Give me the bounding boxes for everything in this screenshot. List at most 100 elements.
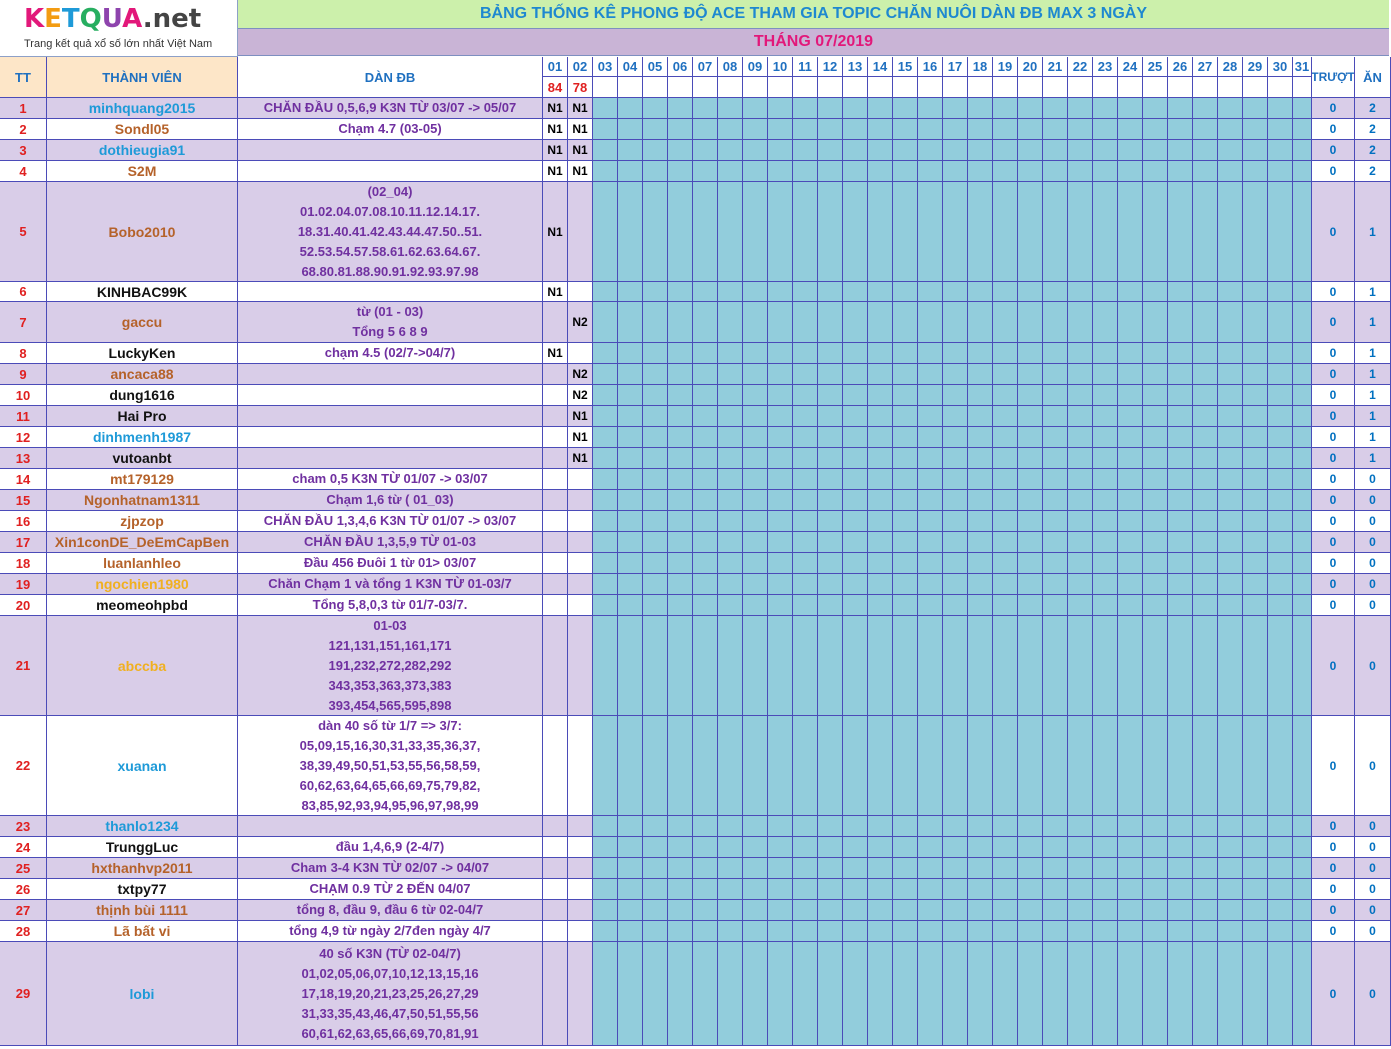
result-cell — [993, 448, 1018, 469]
result-cell: N1 — [543, 140, 568, 161]
result-cell — [618, 900, 643, 921]
result-cell — [1118, 921, 1143, 942]
result-cell — [1218, 469, 1243, 490]
day-header-31: 31 — [1293, 57, 1312, 77]
result-cell — [918, 490, 943, 511]
result-cell — [1218, 900, 1243, 921]
result-cell — [1018, 716, 1043, 816]
result-cell — [618, 879, 643, 900]
result-cell — [1168, 343, 1193, 364]
result-cell — [1193, 385, 1218, 406]
result-cell — [843, 553, 868, 574]
result-cell — [1043, 427, 1068, 448]
day-header-25: 25 — [1143, 57, 1168, 77]
result-cell — [918, 119, 943, 140]
result-cell — [568, 900, 593, 921]
result-cell — [818, 98, 843, 119]
result-cell — [668, 469, 693, 490]
result-cell — [993, 140, 1018, 161]
result-cell — [1068, 595, 1093, 616]
result-cell — [618, 448, 643, 469]
an-count: 0 — [1355, 616, 1391, 716]
result-cell — [668, 448, 693, 469]
result-cell — [918, 343, 943, 364]
result-cell — [593, 616, 618, 716]
result-cell — [718, 532, 743, 553]
row-tt: 17 — [0, 532, 47, 553]
result-cell — [543, 469, 568, 490]
member-name: ngochien1980 — [47, 574, 238, 595]
result-cell — [1143, 98, 1168, 119]
result-cell — [1218, 879, 1243, 900]
result-cell — [1143, 921, 1168, 942]
an-count: 0 — [1355, 595, 1391, 616]
result-cell — [643, 98, 668, 119]
result-cell — [843, 385, 868, 406]
result-cell — [768, 837, 793, 858]
result-cell — [868, 469, 893, 490]
result-cell — [1218, 595, 1243, 616]
result-cell — [1168, 98, 1193, 119]
truot-count: 0 — [1312, 837, 1355, 858]
result-cell — [793, 511, 818, 532]
result-cell — [1093, 302, 1118, 343]
an-count: 1 — [1355, 182, 1391, 282]
result-cell — [1193, 900, 1218, 921]
result-cell — [543, 490, 568, 511]
result-cell — [1218, 858, 1243, 879]
result-cell — [1243, 816, 1268, 837]
result-cell — [993, 406, 1018, 427]
result-cell — [718, 942, 743, 1046]
result-cell — [618, 616, 643, 716]
result-cell — [1268, 161, 1293, 182]
result-cell — [1268, 595, 1293, 616]
result-cell — [893, 553, 918, 574]
result-cell — [843, 616, 868, 716]
result-cell — [1118, 816, 1143, 837]
result-cell — [818, 716, 843, 816]
result-cell — [1268, 385, 1293, 406]
result-cell — [1293, 532, 1312, 553]
result-cell — [1293, 469, 1312, 490]
result-cell — [1068, 532, 1093, 553]
result-cell — [1093, 816, 1118, 837]
result-cell — [1293, 161, 1312, 182]
result-cell — [893, 427, 918, 448]
day-header-09: 09 — [743, 57, 768, 77]
result-cell — [818, 858, 843, 879]
result-cell — [1018, 343, 1043, 364]
result-cell — [918, 364, 943, 385]
result-cell — [1143, 161, 1168, 182]
result-cell — [743, 302, 768, 343]
result-cell — [968, 302, 993, 343]
dan-line: 343,353,363,373,383 — [328, 677, 452, 693]
member-name: Hai Pro — [47, 406, 238, 427]
result-cell — [818, 302, 843, 343]
result-cell — [968, 427, 993, 448]
result-cell — [793, 98, 818, 119]
result-cell — [968, 140, 993, 161]
day-result-01: 84 — [543, 77, 568, 98]
result-cell — [568, 879, 593, 900]
result-cell — [1168, 385, 1193, 406]
day-result-03 — [593, 77, 618, 98]
result-cell — [943, 119, 968, 140]
result-cell — [1018, 511, 1043, 532]
result-cell — [868, 837, 893, 858]
day-header-18: 18 — [968, 57, 993, 77]
result-cell — [668, 942, 693, 1046]
dan-line: Cham 3-4 K3N TỪ 02/07 -> 04/07 — [290, 860, 490, 875]
result-cell — [1168, 716, 1193, 816]
result-cell — [943, 511, 968, 532]
result-cell — [743, 343, 768, 364]
result-cell — [1293, 616, 1312, 716]
result-cell — [643, 490, 668, 511]
result-cell — [893, 879, 918, 900]
dan-line: (02_04) — [367, 183, 413, 199]
result-cell — [1143, 574, 1168, 595]
result-cell — [918, 161, 943, 182]
result-cell — [968, 716, 993, 816]
result-cell — [1068, 879, 1093, 900]
result-cell — [968, 900, 993, 921]
result-cell — [1043, 816, 1068, 837]
